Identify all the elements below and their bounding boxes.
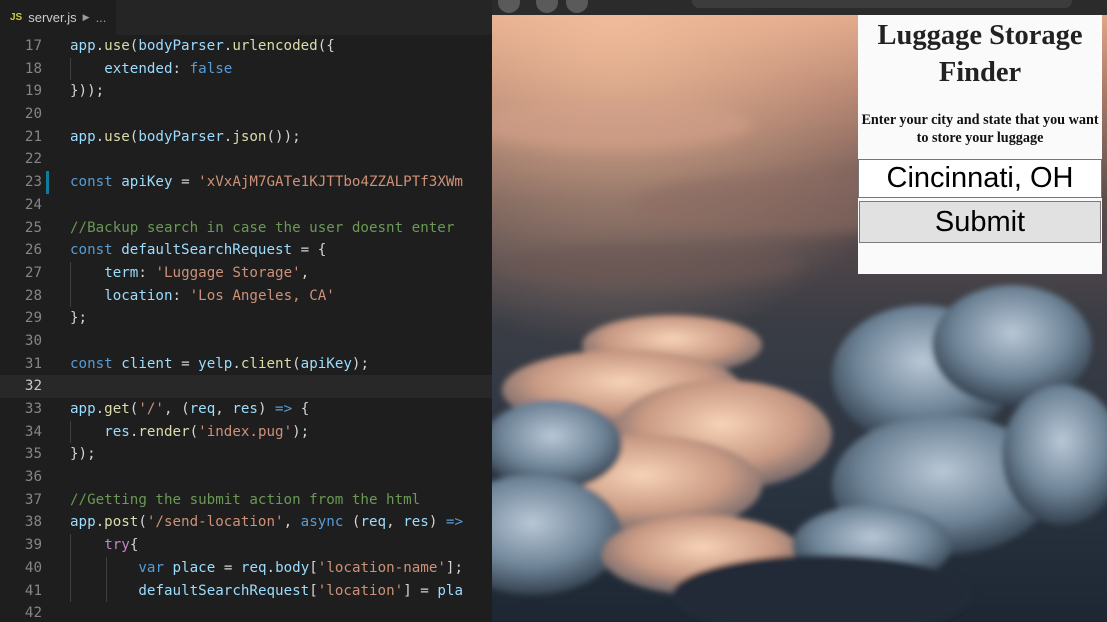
line-number: 18 (24, 60, 42, 77)
line-number: 27 (24, 264, 42, 281)
code-text: app.get('/', (req, res) => { (70, 401, 310, 417)
line-number: 23 (24, 174, 42, 191)
submit-button[interactable]: Submit (859, 201, 1101, 243)
code-editor[interactable]: JS server.js ▶ ... 17 app.use(bodyParser.… (0, 0, 492, 622)
code-text: extended: false (104, 60, 233, 77)
code-text: const client = yelp.client(apiKey); (70, 355, 370, 372)
code-text: }; (70, 310, 88, 327)
code-line[interactable]: 42 (0, 602, 492, 622)
code-line[interactable]: 31 const client = yelp.client(apiKey); (0, 353, 492, 376)
back-button[interactable] (498, 0, 520, 13)
line-number: 28 (24, 287, 42, 304)
code-line[interactable]: 27 term: 'Luggage Storage', (0, 261, 492, 285)
line-number: 31 (24, 355, 42, 372)
line-number: 19 (24, 83, 42, 100)
code-text: defaultSearchRequest['location'] = pla (138, 582, 463, 599)
code-text: }); (70, 446, 96, 463)
code-line[interactable]: 39 try{ (0, 534, 492, 557)
code-line[interactable]: 26 const defaultSearchRequest = { (0, 239, 492, 262)
browser-window: Luggage Storage Finder Enter your city a… (492, 0, 1107, 622)
code-text: var place = req.body['location-name']; (138, 559, 464, 576)
line-number: 33 (24, 401, 42, 417)
line-number: 40 (24, 559, 42, 576)
code-line[interactable]: 29}; (0, 307, 492, 330)
line-number: 39 (24, 537, 42, 554)
line-number: 30 (24, 332, 42, 349)
line-number: 36 (24, 469, 42, 486)
code-line[interactable]: 25 //Backup search in case the user doesn… (0, 217, 492, 240)
line-number: 26 (24, 242, 42, 259)
code-text: term: 'Luggage Storage', (104, 264, 310, 281)
address-bar[interactable] (692, 0, 1072, 8)
code-line[interactable]: 30 (0, 330, 492, 353)
code-line[interactable]: 22 (0, 148, 492, 171)
browser-toolbar (492, 0, 1107, 15)
code-line[interactable]: 41 defaultSearchRequest['location'] = pl… (0, 579, 492, 603)
forward-button[interactable] (536, 0, 558, 13)
code-line[interactable]: 21 app.use(bodyParser.json()); (0, 126, 492, 149)
line-number: 29 (24, 310, 42, 327)
line-number: 22 (24, 151, 42, 168)
code-text: //Backup search in case the user doesnt … (70, 219, 455, 236)
code-text: app.use(bodyParser.json()); (70, 128, 301, 145)
editor-tab-bar: JS server.js ▶ ... (0, 0, 492, 35)
page-title: Luggage Storage Finder (877, 20, 1083, 88)
line-number: 20 (24, 106, 42, 123)
javascript-file-icon: JS (10, 12, 23, 23)
code-line[interactable]: 36 (0, 466, 492, 489)
code-line[interactable]: 24 (0, 194, 492, 217)
reload-button[interactable] (566, 0, 588, 13)
line-number: 41 (24, 582, 42, 599)
tab-server-js[interactable]: JS server.js ▶ ... (0, 0, 117, 35)
code-text: const apiKey = 'xVxAjM7GATe1KJTTbo4ZZALP… (70, 174, 463, 191)
line-number: 35 (24, 446, 42, 463)
code-line[interactable]: 34 res.render('index.pug'); (0, 420, 492, 444)
search-panel: Luggage Storage Finder Enter your city a… (858, 15, 1102, 274)
code-line[interactable]: 20 (0, 103, 492, 126)
line-number: 38 (24, 514, 42, 531)
code-text: //Getting the submit action from the htm… (70, 491, 421, 508)
code-line[interactable]: 19})); (0, 80, 492, 103)
instructions-text: Enter your city and state that you want … (861, 112, 1099, 146)
code-line[interactable]: 33 app.get('/', (req, res) => { (0, 398, 492, 421)
line-number: 25 (24, 219, 42, 236)
location-input[interactable] (858, 159, 1102, 198)
code-text: const defaultSearchRequest = { (70, 242, 327, 259)
code-line[interactable]: 18 extended: false (0, 57, 492, 81)
code-text: })); (70, 83, 105, 100)
code-line[interactable]: 23 const apiKey = 'xVxAjM7GATe1KJTTbo4ZZA… (0, 171, 492, 194)
modified-line-indicator (46, 171, 49, 194)
line-number: 32 (24, 378, 42, 395)
code-text: location: 'Los Angeles, CA' (104, 287, 335, 304)
code-line[interactable]: 32 (0, 375, 492, 398)
code-text: try{ (104, 537, 139, 554)
tab-filename: server.js (28, 10, 77, 25)
code-line[interactable]: 17 app.use(bodyParser.urlencoded({ (0, 35, 492, 58)
line-number: 17 (24, 38, 42, 54)
code-line[interactable]: 37 //Getting the submit action from the h… (0, 489, 492, 512)
code-lines[interactable]: 17 app.use(bodyParser.urlencoded({ 18 exte… (0, 35, 492, 622)
line-number: 37 (24, 491, 42, 508)
line-number: 21 (24, 128, 42, 145)
code-text: res.render('index.pug'); (104, 423, 310, 440)
code-line[interactable]: 35}); (0, 443, 492, 466)
line-number: 42 (24, 605, 42, 622)
code-line[interactable]: 28 location: 'Los Angeles, CA' (0, 284, 492, 308)
code-text: app.post('/send-location', async (req, r… (70, 514, 463, 531)
line-number: 24 (24, 196, 42, 213)
line-number: 34 (24, 423, 42, 440)
chevron-right-icon: ▶ (82, 12, 90, 22)
breadcrumb-more[interactable]: ... (96, 10, 107, 25)
code-text: app.use(bodyParser.urlencoded({ (70, 38, 335, 54)
code-line[interactable]: 40 var place = req.body['location-name']… (0, 556, 492, 580)
code-line[interactable]: 38 app.post('/send-location', async (req,… (0, 511, 492, 534)
